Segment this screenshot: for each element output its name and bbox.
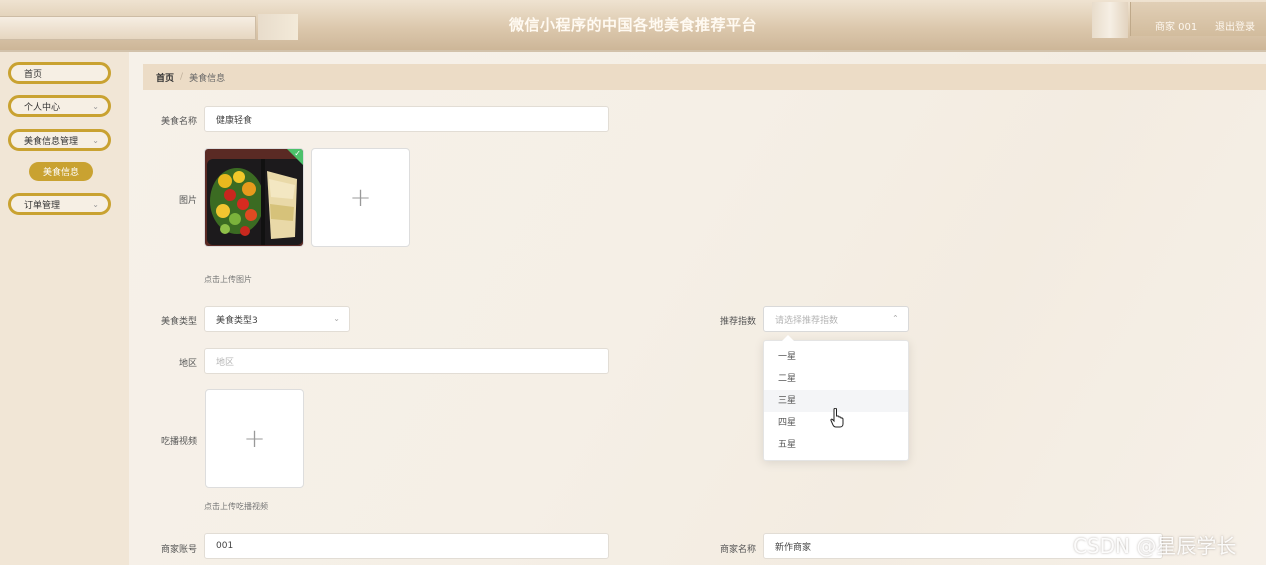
merchant-account-label: 商家账号	[160, 545, 197, 555]
chevron-down-icon: ⌄	[92, 200, 99, 209]
watermark: CSDN @星辰学长	[1073, 534, 1237, 558]
sidebar-item-label: 订单管理	[24, 200, 61, 211]
chevron-down-icon: ⌄	[333, 314, 340, 323]
recommend-option[interactable]: 五星	[764, 434, 908, 456]
image-upload-button[interactable]: +	[311, 148, 410, 247]
sidebar-item-food-management[interactable]: 美食信息管理 ⌄	[8, 129, 111, 151]
recommend-option[interactable]: 一星	[764, 346, 908, 368]
plus-icon: +	[349, 182, 372, 213]
recommend-option[interactable]: 二星	[764, 368, 908, 390]
breadcrumb: 首页 / 美食信息	[143, 64, 1266, 90]
sidebar-item-label: 首页	[24, 69, 43, 80]
current-user: 商家 001	[1155, 22, 1198, 33]
recommend-label: 推荐指数	[719, 317, 756, 327]
region-label: 地区	[178, 359, 197, 369]
breadcrumb-home[interactable]: 首页	[156, 71, 174, 84]
upload-success-check-icon: ✓	[294, 149, 301, 158]
video-label: 吃播视频	[160, 437, 197, 447]
sidebar-item-personal-center[interactable]: 个人中心 ⌄	[8, 95, 111, 117]
sidebar: 首页 个人中心 ⌄ 美食信息管理 ⌄ 美食信息 订单管理 ⌄	[0, 52, 129, 565]
uploaded-food-image[interactable]: ✓	[204, 148, 304, 247]
merchant-name-label: 商家名称	[719, 545, 756, 555]
food-type-select[interactable]: 美食类型3 ⌄	[204, 306, 350, 332]
app-title: 微信小程序的中国各地美食推荐平台	[508, 16, 757, 34]
chevron-up-icon: ⌄	[892, 313, 899, 322]
sidebar-subitem-food-info[interactable]: 美食信息	[29, 162, 93, 181]
video-upload-hint: 点击上传吃播视频	[204, 502, 268, 511]
plus-icon: +	[243, 423, 266, 454]
merchant-account-input[interactable]: 001	[204, 533, 609, 559]
breadcrumb-separator: /	[180, 72, 184, 82]
region-input[interactable]: 地区	[204, 348, 609, 374]
breadcrumb-current: 美食信息	[189, 73, 226, 84]
food-type-value: 美食类型3	[216, 315, 258, 326]
sidebar-item-label: 个人中心	[24, 102, 61, 113]
sidebar-item-order-management[interactable]: 订单管理 ⌄	[8, 193, 111, 215]
video-upload-button[interactable]: +	[205, 389, 304, 488]
food-name-label: 美食名称	[160, 117, 197, 127]
chevron-down-icon: ⌄	[92, 136, 99, 145]
food-photo-icon	[205, 149, 303, 246]
image-upload-hint: 点击上传图片	[204, 275, 252, 284]
sidebar-item-label: 美食信息管理	[24, 136, 79, 147]
recommend-placeholder: 请选择推荐指数	[775, 315, 839, 326]
sidebar-item-home[interactable]: 首页	[8, 62, 111, 84]
top-bar: 微信小程序的中国各地美食推荐平台 商家 001 退出登录	[0, 0, 1266, 52]
hand-pointer-icon	[830, 408, 844, 428]
recommend-select[interactable]: 请选择推荐指数 ⌄	[763, 306, 909, 332]
chevron-down-icon: ⌄	[92, 102, 99, 111]
image-label: 图片	[178, 196, 197, 206]
food-name-input[interactable]: 健康轻食	[204, 106, 609, 132]
food-type-label: 美食类型	[160, 317, 197, 327]
recommend-dropdown: 一星 二星 三星 四星 五星	[763, 335, 909, 461]
logout-link[interactable]: 退出登录	[1215, 18, 1255, 33]
